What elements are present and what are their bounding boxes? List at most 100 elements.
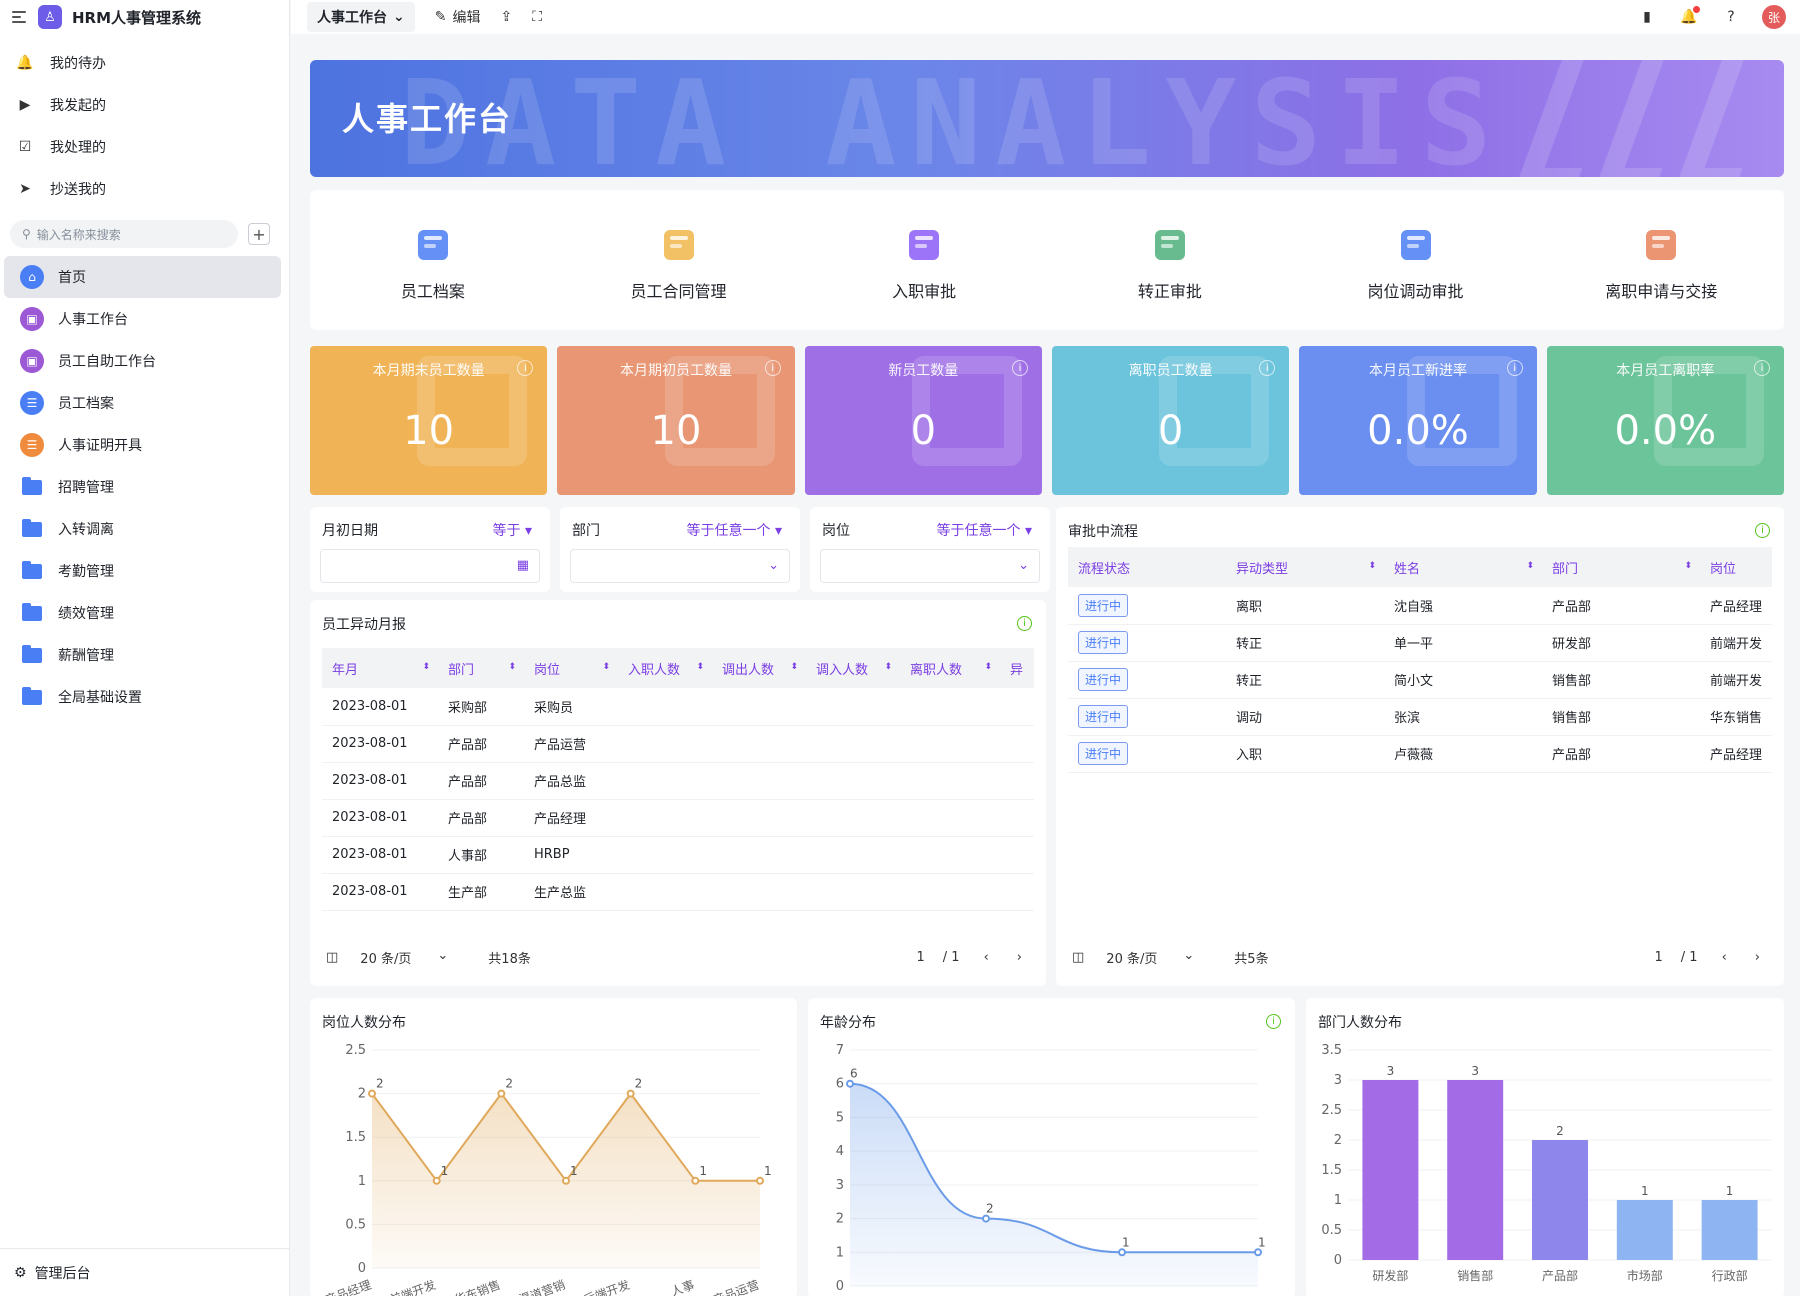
quick-item-0[interactable]: 🔔 我的待办: [0, 42, 289, 84]
table-row[interactable]: 进行中 离职 沈自强 产品部 产品经理: [1068, 587, 1772, 625]
column-header[interactable]: 岗位 ⬍: [524, 648, 618, 688]
column-header[interactable]: 流程状态: [1068, 547, 1226, 587]
data-point[interactable]: [1254, 1248, 1262, 1257]
table-row[interactable]: 2023-08-01 采购部 采购员: [322, 688, 1034, 726]
sort-icon[interactable]: ⬍: [1684, 561, 1692, 571]
current-page[interactable]: 1: [1655, 950, 1663, 965]
column-settings-icon[interactable]: ◫: [326, 950, 338, 965]
info-icon[interactable]: i: [1755, 523, 1770, 538]
shortcut-0[interactable]: 员工档案: [310, 190, 556, 330]
nav-item-3[interactable]: ☰ 员工档案: [4, 382, 281, 424]
info-icon[interactable]: i: [1753, 360, 1770, 376]
user-avatar[interactable]: 张: [1762, 5, 1786, 29]
sort-icon[interactable]: ⬍: [602, 662, 610, 672]
column-header[interactable]: 岗位: [1700, 547, 1772, 587]
sort-icon[interactable]: ⬍: [790, 662, 798, 672]
nav-item-6[interactable]: 入转调离: [4, 508, 281, 550]
column-header[interactable]: 姓名 ⬍: [1384, 547, 1542, 587]
data-point[interactable]: [1118, 1248, 1126, 1257]
sort-icon[interactable]: ⬍: [984, 662, 992, 672]
data-point[interactable]: [626, 1089, 635, 1098]
sort-icon[interactable]: ⬍: [422, 662, 430, 672]
info-icon[interactable]: i: [1011, 360, 1028, 376]
table-row[interactable]: 2023-08-01 产品部 产品总监: [322, 762, 1034, 800]
column-header[interactable]: 部门 ⬍: [438, 648, 524, 688]
table-row[interactable]: 进行中 转正 简小文 销售部 前端开发: [1068, 661, 1772, 699]
page-size-select[interactable]: 20 条/页 ⌄: [1106, 948, 1216, 967]
prev-page-icon[interactable]: ‹: [984, 950, 989, 965]
page-size-select[interactable]: 20 条/页 ⌄: [360, 948, 470, 967]
book-icon[interactable]: ▮: [1636, 6, 1658, 28]
data-point[interactable]: [497, 1089, 506, 1098]
quick-item-3[interactable]: ➤ 抄送我的: [0, 168, 289, 210]
data-point[interactable]: [846, 1079, 854, 1088]
filter-input[interactable]: ⌄: [820, 549, 1040, 583]
quick-item-1[interactable]: ▶ 我发起的: [0, 84, 289, 126]
bar[interactable]: [1532, 1140, 1588, 1260]
edit-button[interactable]: ✎ 编辑: [435, 7, 481, 27]
data-point[interactable]: [368, 1089, 376, 1098]
nav-item-9[interactable]: 薪酬管理: [4, 634, 281, 676]
nav-item-10[interactable]: 全局基础设置: [4, 676, 281, 718]
sort-icon[interactable]: ⬍: [884, 662, 892, 672]
admin-backend-link[interactable]: ⚙ 管理后台: [0, 1248, 289, 1296]
column-header[interactable]: 调出人数 ⬍: [712, 648, 806, 688]
report-table-wrap[interactable]: 年月 ⬍ 部门 ⬍ 岗位 ⬍ 入职人数 ⬍ 调出人数 ⬍ 调入人数 ⬍ 离职人数 ⬍ 异 2023-08-01…: [322, 648, 1034, 926]
add-nav-button[interactable]: +: [248, 223, 270, 245]
data-point[interactable]: [691, 1176, 700, 1185]
column-header[interactable]: 异: [1000, 648, 1034, 688]
table-row[interactable]: 2023-08-01 产品部 产品经理: [322, 799, 1034, 837]
data-point[interactable]: [562, 1176, 570, 1185]
shortcut-3[interactable]: 转正审批: [1047, 190, 1293, 330]
shortcut-4[interactable]: 岗位调动审批: [1293, 190, 1539, 330]
bar[interactable]: [1362, 1080, 1419, 1260]
bar[interactable]: [1701, 1200, 1758, 1260]
current-page[interactable]: 1: [917, 950, 925, 965]
column-header[interactable]: 年月 ⬍: [322, 648, 438, 688]
notification-bell-icon[interactable]: 🔔: [1678, 6, 1700, 28]
prev-page-icon[interactable]: ‹: [1722, 950, 1727, 965]
bar[interactable]: [1616, 1200, 1673, 1260]
table-row[interactable]: 2023-08-01 人事部 HRBP: [322, 836, 1034, 874]
sort-icon[interactable]: ⬍: [1526, 561, 1534, 571]
menu-toggle-icon[interactable]: [12, 11, 28, 23]
sort-icon[interactable]: ⬍: [1368, 561, 1376, 571]
nav-item-7[interactable]: 考勤管理: [4, 550, 281, 592]
share-button[interactable]: ⇪: [500, 9, 512, 25]
bar[interactable]: [1447, 1080, 1504, 1260]
nav-item-8[interactable]: 绩效管理: [4, 592, 281, 634]
sort-icon[interactable]: ⬍: [508, 662, 516, 672]
nav-search-input[interactable]: ⚲ 输入名称来搜索: [10, 220, 238, 248]
info-icon[interactable]: i: [764, 360, 781, 376]
data-point[interactable]: [756, 1176, 764, 1185]
nav-item-5[interactable]: 招聘管理: [4, 466, 281, 508]
shortcut-2[interactable]: 入职审批: [801, 190, 1047, 330]
approval-table-wrap[interactable]: 流程状态 异动类型 ⬍ 姓名 ⬍ 部门 ⬍ 岗位 进行中 离职 沈自强 产品部 产品经理 进行中 转正 单一平…: [1068, 547, 1772, 927]
table-row[interactable]: 进行中 调动 张滨 销售部 华东销售: [1068, 698, 1772, 736]
next-page-icon[interactable]: ›: [1755, 950, 1760, 965]
quick-item-2[interactable]: ☑ 我处理的: [0, 126, 289, 168]
info-icon[interactable]: i: [1017, 616, 1032, 631]
info-icon[interactable]: i: [1506, 360, 1523, 376]
filter-operator[interactable]: 等于任意一个 ▾: [687, 520, 782, 540]
data-point[interactable]: [432, 1176, 441, 1185]
filter-operator[interactable]: 等于 ▾: [493, 520, 532, 540]
nav-item-0[interactable]: ⌂ 首页: [4, 256, 281, 298]
fullscreen-button[interactable]: ⛶: [532, 9, 542, 25]
column-header[interactable]: 离职人数 ⬍: [900, 648, 1000, 688]
column-header[interactable]: 部门 ⬍: [1542, 547, 1700, 587]
filter-operator[interactable]: 等于任意一个 ▾: [937, 520, 1032, 540]
column-header[interactable]: 调入人数 ⬍: [806, 648, 900, 688]
table-row[interactable]: 进行中 入职 卢薇薇 产品部 产品经理: [1068, 735, 1772, 773]
shortcut-5[interactable]: 离职申请与交接: [1538, 190, 1784, 330]
workspace-tab[interactable]: 人事工作台 ⌄: [307, 2, 415, 32]
nav-item-1[interactable]: ▣ 人事工作台: [4, 298, 281, 340]
column-header[interactable]: 入职人数 ⬍: [618, 648, 712, 688]
help-icon[interactable]: ?: [1720, 6, 1742, 28]
nav-item-4[interactable]: ☰ 人事证明开具: [4, 424, 281, 466]
table-row[interactable]: 2023-08-01 生产部 生产总监: [322, 873, 1034, 911]
filter-input[interactable]: ⌄: [570, 549, 790, 583]
nav-item-2[interactable]: ▣ 员工自助工作台: [4, 340, 281, 382]
column-header[interactable]: 异动类型 ⬍: [1226, 547, 1384, 587]
table-row[interactable]: 2023-08-01 产品部 产品运营: [322, 725, 1034, 763]
